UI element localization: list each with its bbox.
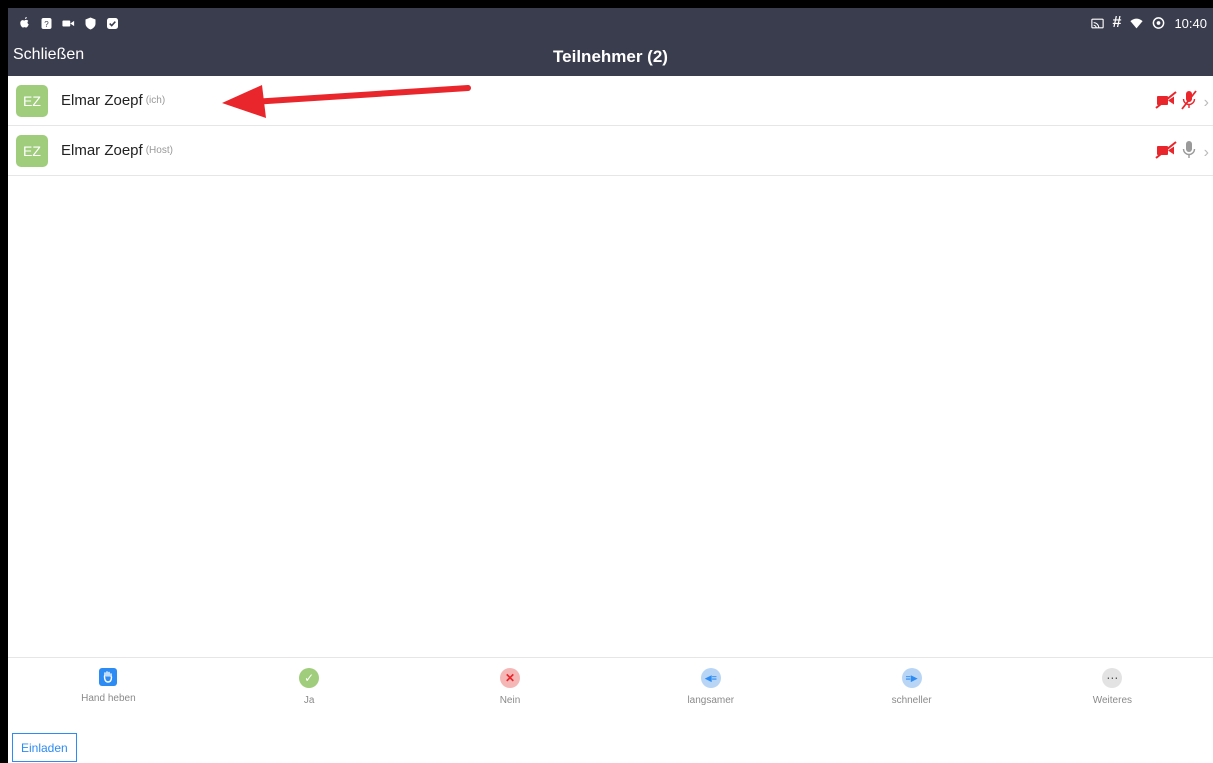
hash-icon: # [1112,14,1122,31]
fast-forward-icon: ≡▶ [901,668,922,688]
check-icon: ✓ [299,668,320,688]
faster-button[interactable]: ≡▶ schneller [811,658,1012,722]
slower-button[interactable]: ◀≡ langsamer [610,658,811,722]
yes-button[interactable]: ✓ Ja [209,658,410,722]
cast-icon [1090,17,1104,30]
more-button[interactable]: ⋯ Weiteres [1012,658,1213,722]
status-bar-right: # 10:40 [1090,14,1207,32]
clock: 10:40 [1174,15,1207,31]
shield-check-icon [106,17,119,30]
page-title: Teilnehmer (2) [553,47,668,66]
avatar: EZ [16,134,48,167]
close-button[interactable]: Schließen [13,46,84,64]
tool-label: schneller [891,695,932,706]
chevron-right-icon[interactable]: › [1204,144,1209,162]
no-button[interactable]: ✕ Nein [410,658,611,722]
status-bar: ? # 10:40 [8,8,1213,38]
tool-label: Nein [499,695,521,706]
apple-icon [18,16,31,30]
app-frame: ? # 10:40 Schließen Teilnehmer (2) EZ El… [8,8,1213,763]
wifi-icon [1130,17,1144,30]
shield-question-icon: ? [40,17,53,30]
video-off-icon [1155,91,1177,114]
participant-name: Elmar Zoepf [61,92,143,109]
red-arrow-annotation [222,85,471,118]
participant-row[interactable]: EZ Elmar Zoepf (ich) › [8,76,1213,126]
participant-name: Elmar Zoepf [61,142,143,159]
raise-hand-button[interactable]: Hand heben [8,658,209,722]
invite-button[interactable]: Einladen [12,733,77,762]
participant-tag: (ich) [145,95,166,106]
participant-row[interactable]: EZ Elmar Zoepf (Host) › [8,126,1213,176]
video-off-icon [1155,141,1177,164]
tool-label: Hand heben [81,693,136,704]
participant-status: › [1155,90,1209,115]
status-bar-left: ? [18,16,119,30]
chevron-right-icon[interactable]: › [1204,94,1209,112]
data-saver-icon [1152,17,1165,30]
microphone-muted-icon [1180,90,1197,115]
x-icon: ✕ [499,668,520,688]
svg-text:?: ? [44,20,49,29]
microphone-icon [1181,140,1197,165]
participant-tag: (Host) [145,145,173,156]
raise-hand-icon [99,668,118,686]
shield-icon [84,17,97,30]
header-bar: Schließen Teilnehmer (2) [8,38,1213,76]
tool-label: Weiteres [1092,695,1133,706]
tool-label: langsamer [687,695,735,706]
reactions-toolbar: Hand heben ✓ Ja ✕ Nein ◀≡ langsamer ≡▶ s… [8,657,1213,722]
rewind-icon: ◀≡ [700,668,721,688]
more-icon: ⋯ [1102,668,1123,688]
video-camera-icon [62,17,75,30]
participant-status: › [1155,140,1209,165]
tool-label: Ja [303,695,315,706]
avatar: EZ [16,84,48,117]
participant-list: EZ Elmar Zoepf (ich) › EZ Elmar Zoepf (H… [8,76,1213,176]
